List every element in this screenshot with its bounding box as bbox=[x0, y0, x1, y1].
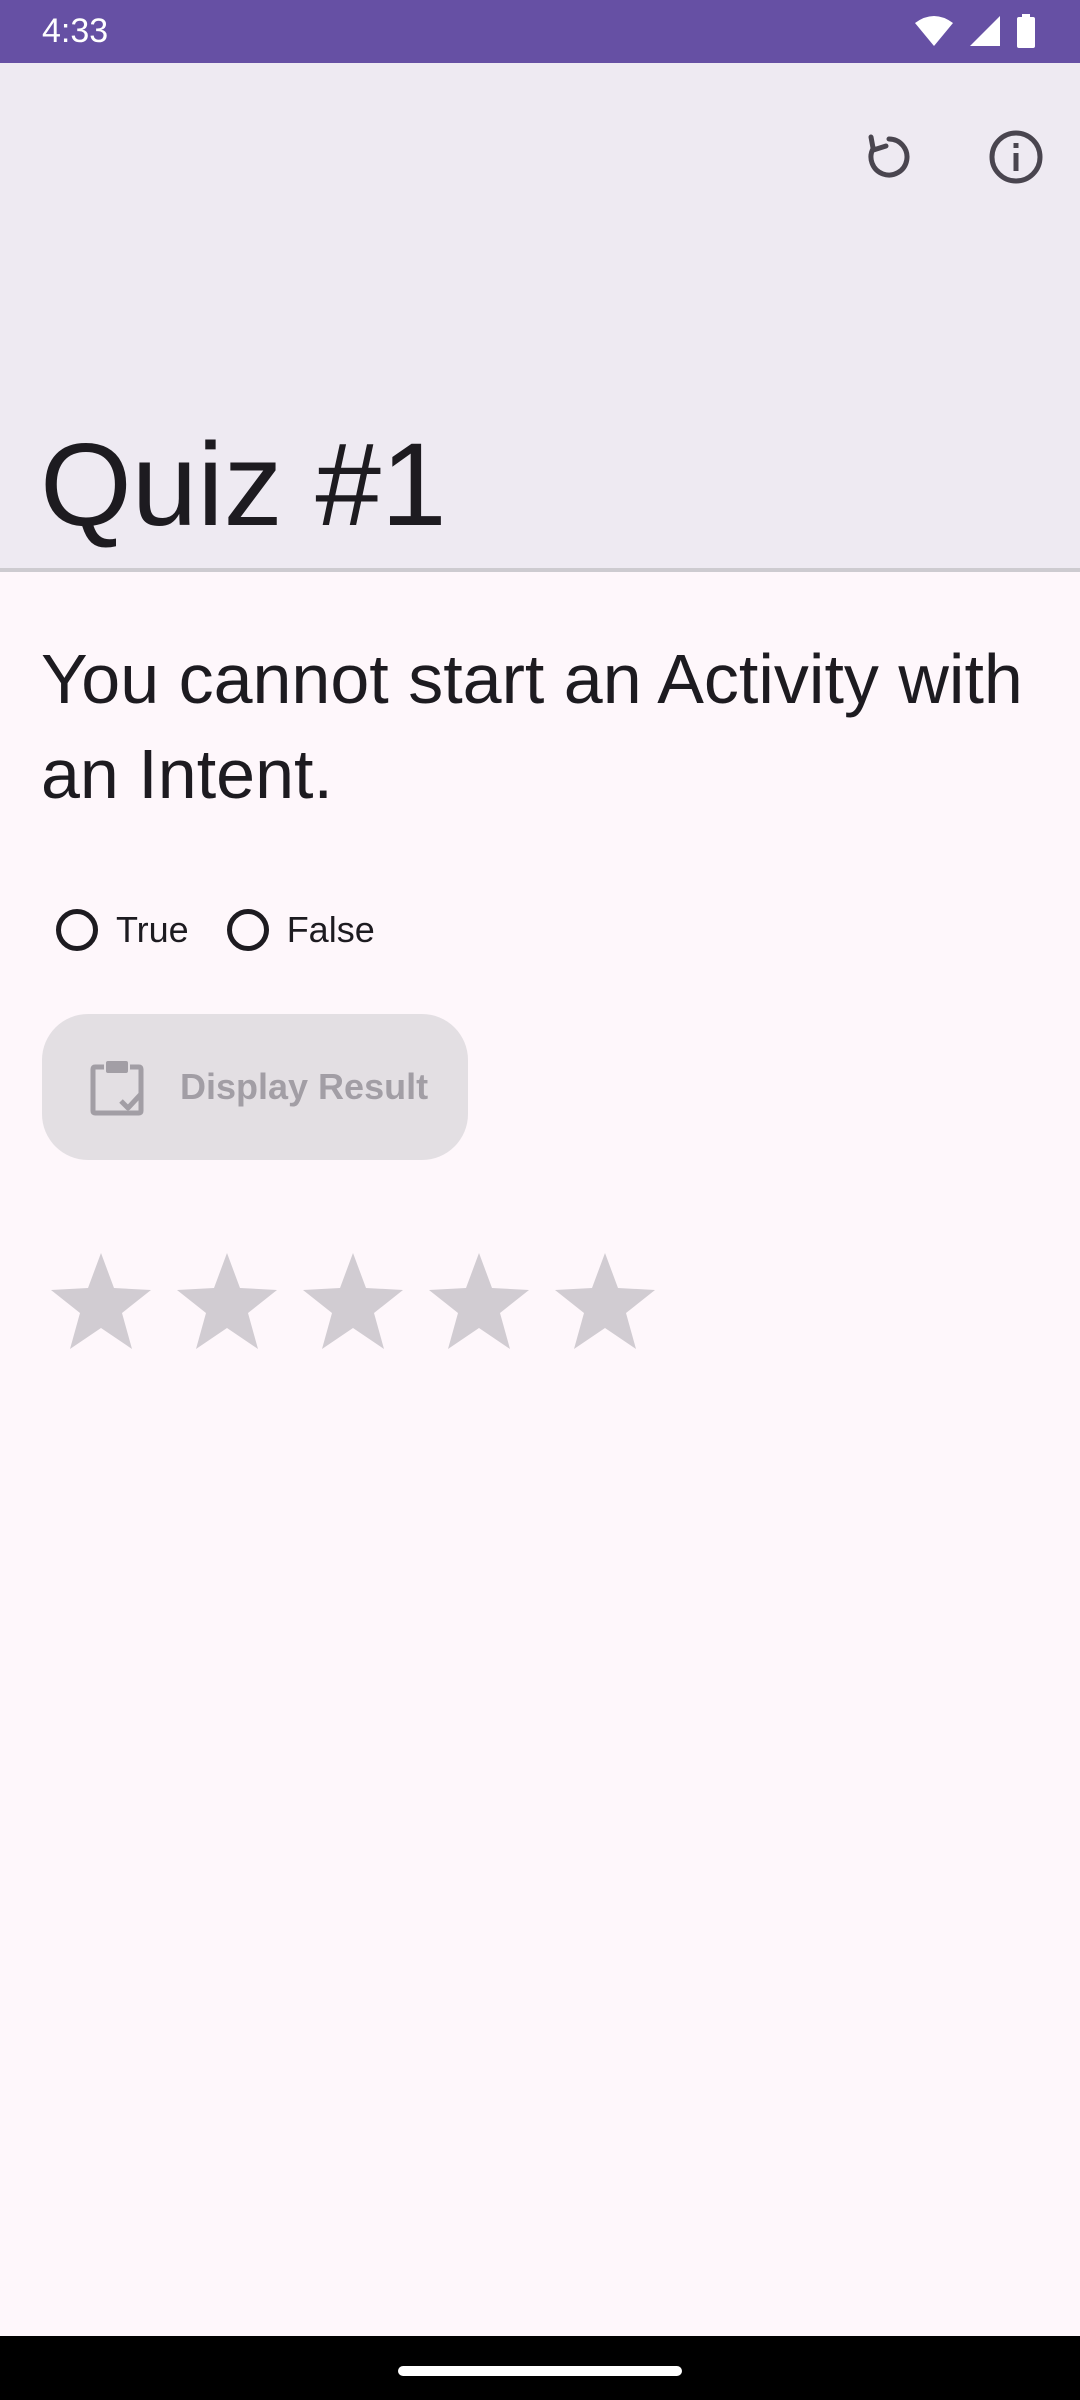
page-title: Quiz #1 bbox=[40, 419, 447, 551]
radio-button[interactable] bbox=[56, 909, 98, 951]
star-icon[interactable] bbox=[174, 1250, 280, 1356]
star-icon[interactable] bbox=[300, 1250, 406, 1356]
radio-label-false: False bbox=[286, 909, 375, 950]
clipboard-check-icon bbox=[90, 1058, 144, 1116]
star-icon[interactable] bbox=[48, 1250, 154, 1356]
radio-option-true[interactable]: True bbox=[40, 880, 189, 980]
home-indicator[interactable] bbox=[398, 2366, 682, 2376]
question-text: You cannot start an Activity with an Int… bbox=[41, 640, 1023, 813]
wifi-icon bbox=[914, 14, 954, 48]
status-icons bbox=[914, 14, 1036, 48]
radio-option-false[interactable]: False bbox=[211, 880, 375, 980]
radio-button[interactable] bbox=[226, 909, 269, 951]
status-bar: 4:33 bbox=[0, 0, 1080, 63]
answer-radio-group: True False bbox=[40, 880, 397, 980]
star-icon[interactable] bbox=[426, 1250, 532, 1356]
display-result-button[interactable]: Display Result bbox=[42, 1014, 468, 1160]
star-icon[interactable] bbox=[552, 1250, 658, 1356]
status-time: 4:33 bbox=[42, 12, 109, 50]
navigation-bar bbox=[0, 2336, 1080, 2400]
radio-label-true: True bbox=[116, 909, 189, 950]
battery-icon bbox=[1016, 14, 1036, 48]
app-bar: Quiz #1 bbox=[0, 63, 1080, 572]
reload-button[interactable] bbox=[841, 111, 937, 207]
info-button[interactable] bbox=[968, 111, 1064, 207]
info-icon bbox=[987, 128, 1045, 191]
display-result-label: Display Result bbox=[180, 1066, 429, 1107]
reload-icon bbox=[861, 129, 917, 190]
rating-bar[interactable] bbox=[48, 1250, 658, 1356]
signal-icon bbox=[968, 14, 1002, 48]
